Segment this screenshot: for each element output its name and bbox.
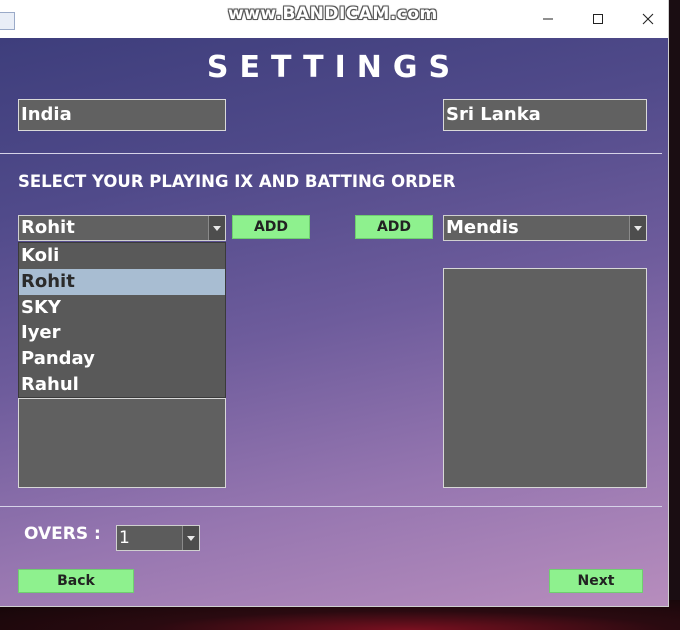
team-right-field[interactable]: Sri Lanka <box>443 99 647 131</box>
left-player-dropdown-list[interactable]: Koli Rohit SKY Iyer Panday Rahul <box>18 242 226 398</box>
title-bar: www.BANDICAM.com <box>0 0 668 38</box>
dropdown-option[interactable]: Panday <box>19 346 225 372</box>
maximize-button[interactable] <box>578 5 618 33</box>
dropdown-option[interactable]: Koli <box>19 243 225 269</box>
overs-combobox[interactable]: 1 <box>116 525 200 551</box>
overs-value: 1 <box>119 528 130 548</box>
settings-panel: SETTINGS India Sri Lanka SELECT YOUR PLA… <box>0 38 668 606</box>
right-player-combobox[interactable]: Mendis <box>443 215 647 241</box>
add-right-button[interactable]: ADD <box>355 215 433 239</box>
left-player-combobox[interactable]: Rohit <box>18 215 226 241</box>
right-batting-order-list[interactable] <box>443 268 647 488</box>
bottom-divider <box>0 506 662 507</box>
right-player-selected: Mendis <box>446 217 519 238</box>
dropdown-option-highlighted[interactable]: Rohit <box>19 268 225 295</box>
dropdown-option[interactable]: SKY <box>19 295 225 321</box>
next-button[interactable]: Next <box>549 569 643 593</box>
dropdown-option[interactable]: Iyer <box>19 320 225 346</box>
add-left-button[interactable]: ADD <box>232 215 310 239</box>
left-batting-order-list[interactable] <box>18 398 226 488</box>
back-button[interactable]: Back <box>18 569 134 593</box>
chevron-down-icon[interactable] <box>182 526 199 550</box>
java-icon <box>0 12 15 30</box>
minimize-icon <box>543 18 553 20</box>
overs-label: OVERS : <box>24 524 101 544</box>
page-title: SETTINGS <box>206 50 462 85</box>
chevron-down-icon[interactable] <box>208 216 225 240</box>
left-player-selected: Rohit <box>21 217 75 238</box>
close-button[interactable] <box>628 5 668 33</box>
chevron-down-icon[interactable] <box>629 216 646 240</box>
recording-watermark: www.BANDICAM.com <box>228 4 438 24</box>
top-divider <box>0 153 662 154</box>
section-label: SELECT YOUR PLAYING IX AND BATTING ORDER <box>18 172 456 191</box>
team-left-field[interactable]: India <box>18 99 226 131</box>
minimize-button[interactable] <box>528 5 568 33</box>
dropdown-option[interactable]: Rahul <box>19 372 225 398</box>
close-icon <box>642 13 654 25</box>
app-window: www.BANDICAM.com SETTINGS India Sri Lank… <box>0 0 668 606</box>
maximize-icon <box>593 14 603 24</box>
